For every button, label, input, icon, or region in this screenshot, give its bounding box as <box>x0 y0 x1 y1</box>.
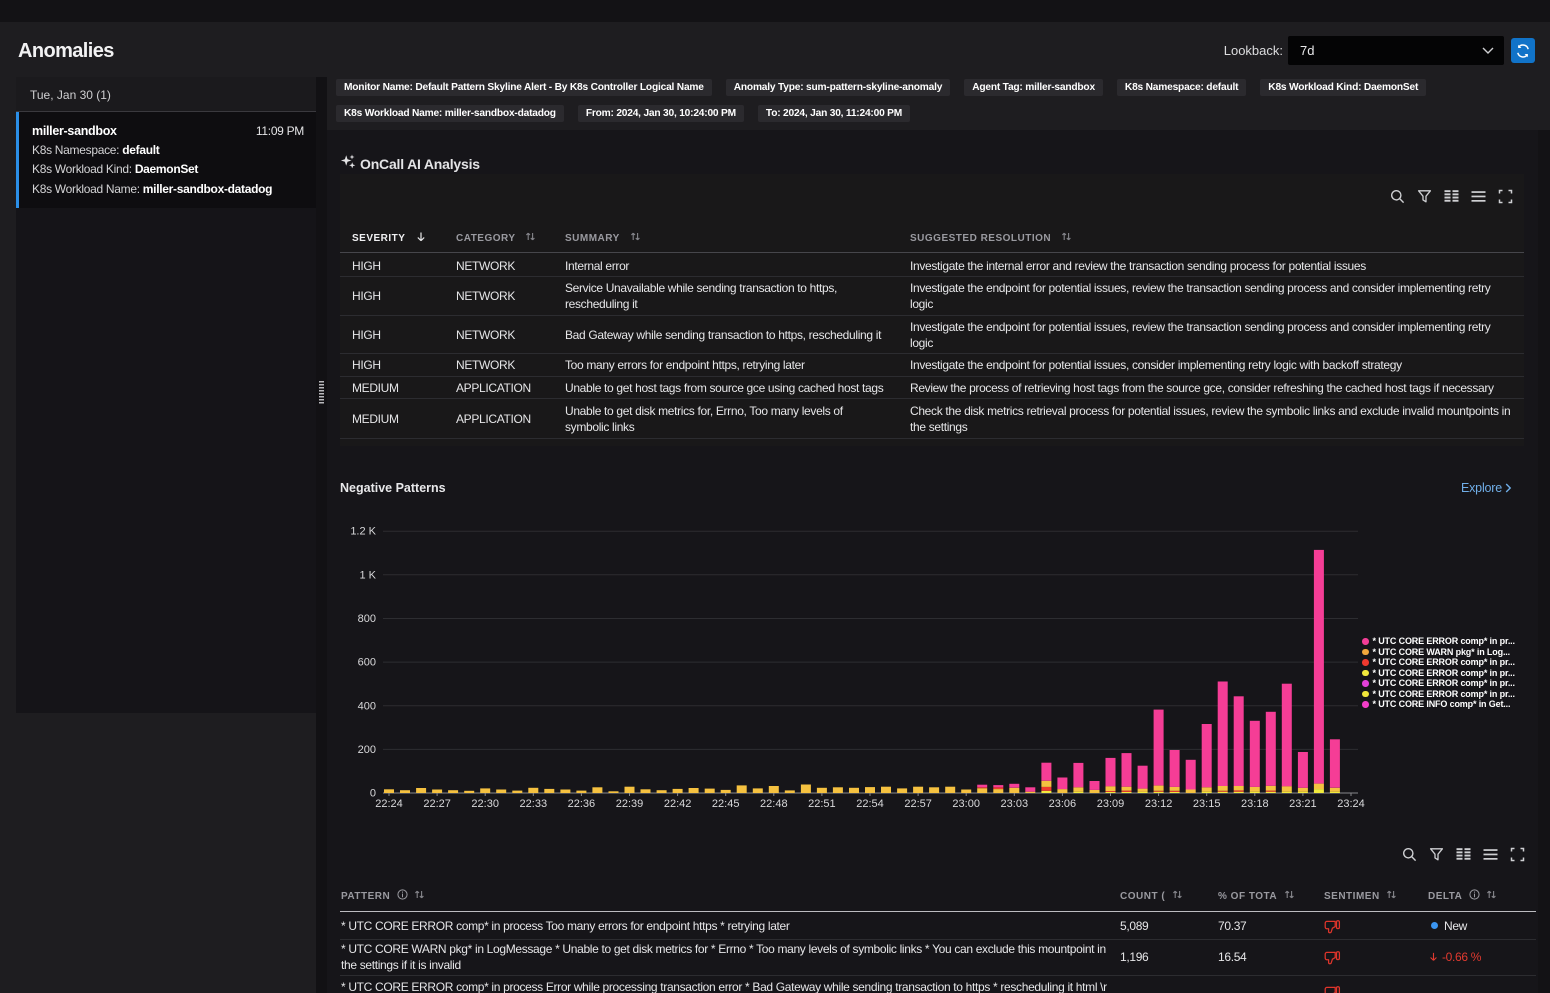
svg-text:23:24: 23:24 <box>1337 798 1365 810</box>
svg-text:22:57: 22:57 <box>904 798 932 810</box>
svg-text:23:18: 23:18 <box>1241 798 1269 810</box>
svg-text:22:39: 22:39 <box>616 798 644 810</box>
svg-text:22:27: 22:27 <box>423 798 451 810</box>
svg-text:23:06: 23:06 <box>1049 798 1077 810</box>
svg-text:22:45: 22:45 <box>712 798 740 810</box>
svg-text:22:42: 22:42 <box>664 798 692 810</box>
svg-text:23:03: 23:03 <box>1001 798 1029 810</box>
svg-text:1.2 K: 1.2 K <box>350 526 376 538</box>
svg-text:22:54: 22:54 <box>856 798 884 810</box>
svg-text:600: 600 <box>358 657 376 669</box>
svg-text:22:33: 22:33 <box>520 798 548 810</box>
svg-text:22:36: 22:36 <box>568 798 596 810</box>
svg-text:22:48: 22:48 <box>760 798 788 810</box>
svg-text:22:24: 22:24 <box>375 798 403 810</box>
svg-text:400: 400 <box>358 700 376 712</box>
svg-text:23:09: 23:09 <box>1097 798 1125 810</box>
svg-text:22:51: 22:51 <box>808 798 836 810</box>
svg-text:23:15: 23:15 <box>1193 798 1221 810</box>
svg-text:23:12: 23:12 <box>1145 798 1173 810</box>
svg-text:800: 800 <box>358 613 376 625</box>
svg-text:1 K: 1 K <box>359 569 376 581</box>
svg-text:23:00: 23:00 <box>952 798 980 810</box>
svg-text:23:21: 23:21 <box>1289 798 1317 810</box>
svg-text:22:30: 22:30 <box>471 798 499 810</box>
svg-text:200: 200 <box>358 744 376 756</box>
